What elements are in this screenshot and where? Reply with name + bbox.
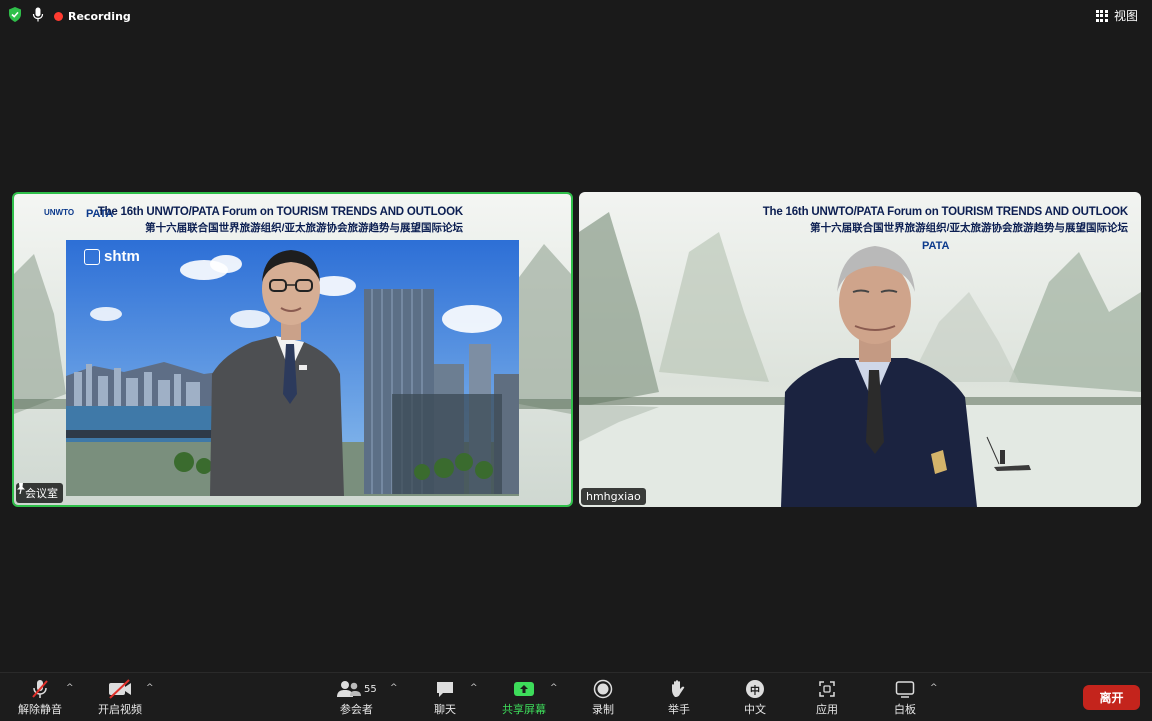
- record-icon: [593, 679, 613, 699]
- whiteboard-options-caret[interactable]: ^: [930, 683, 938, 693]
- audio-options-caret[interactable]: ^: [66, 683, 74, 693]
- chat-icon: [435, 679, 455, 699]
- record-label: 录制: [592, 703, 614, 716]
- view-button[interactable]: 视图: [1095, 7, 1138, 24]
- forum-title-en: The 16th UNWTO/PATA Forum on TOURISM TRE…: [762, 206, 1128, 218]
- video-feed-1: [14, 194, 571, 505]
- chat-options-caret[interactable]: ^: [470, 683, 478, 693]
- chat-label: 聊天: [434, 703, 456, 716]
- shtm-logo-text: shtm: [104, 248, 140, 265]
- video-off-icon: [107, 679, 133, 699]
- share-screen-button[interactable]: 共享屏幕: [502, 679, 546, 717]
- grid-view-icon: [1095, 9, 1108, 22]
- share-screen-label: 共享屏幕: [502, 703, 546, 716]
- forum-title-zh: 第十六届联合国世界旅游组织/亚太旅游协会旅游趋势与展望国际论坛: [810, 222, 1128, 234]
- participants-options-caret[interactable]: ^: [390, 683, 398, 693]
- whiteboard-icon: [895, 679, 915, 699]
- raise-hand-icon: [670, 679, 688, 699]
- shield-icon[interactable]: [8, 7, 22, 25]
- participant-nameplate: hmhgxiao: [581, 488, 646, 505]
- forum-title-en: The 16th UNWTO/PATA Forum on TOURISM TRE…: [97, 206, 463, 218]
- unmute-label: 解除静音: [18, 703, 62, 716]
- microphone-muted-icon: [30, 679, 50, 699]
- language-label: 中文: [744, 703, 766, 716]
- view-label: 视图: [1113, 9, 1138, 23]
- unwto-logo: UNWTO: [44, 208, 75, 217]
- forum-banner: The 16th UNWTO/PATA Forum on TOURISM TRE…: [763, 206, 1128, 235]
- apps-label: 应用: [816, 703, 838, 716]
- language-icon: 中: [746, 679, 764, 699]
- shtm-emblem-icon: [84, 248, 100, 265]
- participants-button[interactable]: 55 参会者: [336, 679, 377, 717]
- share-options-caret[interactable]: ^: [550, 683, 558, 693]
- participant-nameplate: 会议室: [16, 483, 63, 503]
- share-screen-icon: [513, 679, 535, 699]
- recording-label: Recording: [68, 9, 131, 23]
- top-left-status: Recording: [8, 7, 131, 25]
- participant-name: 会议室: [25, 487, 58, 500]
- recording-indicator[interactable]: Recording: [54, 10, 131, 23]
- unmute-button[interactable]: 解除静音: [18, 679, 62, 717]
- raise-hand-button[interactable]: 举手: [668, 679, 690, 717]
- apps-button[interactable]: 应用: [816, 679, 838, 717]
- participant-count: 55: [364, 683, 377, 695]
- apps-icon: [818, 679, 836, 699]
- top-bar: Recording 视图: [0, 0, 1152, 30]
- microphone-icon[interactable]: [32, 7, 44, 25]
- participant-name: hmhgxiao: [586, 490, 641, 503]
- language-button[interactable]: 中 中文: [744, 679, 766, 717]
- video-options-caret[interactable]: ^: [146, 683, 154, 693]
- raise-hand-label: 举手: [668, 703, 690, 716]
- video-tile-hmhgxiao[interactable]: The 16th UNWTO/PATA Forum on TOURISM TRE…: [579, 192, 1141, 507]
- video-feed-2: [579, 192, 1141, 507]
- participants-icon: 55: [336, 679, 377, 699]
- start-video-label: 开启视频: [98, 703, 142, 716]
- record-button[interactable]: 录制: [592, 679, 614, 717]
- whiteboard-label: 白板: [894, 703, 916, 716]
- video-tile-meeting-room[interactable]: UNWTO PATA The 16th UNWTO/PATA Forum on …: [12, 192, 573, 507]
- participants-label: 参会者: [339, 703, 373, 716]
- shtm-logo: shtm: [84, 248, 140, 265]
- start-video-button[interactable]: 开启视频: [98, 679, 142, 717]
- chat-button[interactable]: 聊天: [434, 679, 456, 717]
- pata-logo: PATA: [922, 240, 950, 252]
- recording-dot-icon: [54, 11, 63, 21]
- leave-button[interactable]: 离开: [1083, 685, 1140, 710]
- meeting-toolbar: 解除静音 ^ 开启视频 ^ 55 参会者 ^ 聊天 ^ 共享屏幕 ^ 录制 举手…: [0, 672, 1152, 721]
- whiteboard-button[interactable]: 白板: [894, 679, 916, 717]
- forum-title-zh: 第十六届联合国世界旅游组织/亚太旅游协会旅游趋势与展望国际论坛: [145, 222, 463, 234]
- forum-banner: The 16th UNWTO/PATA Forum on TOURISM TRE…: [98, 206, 463, 235]
